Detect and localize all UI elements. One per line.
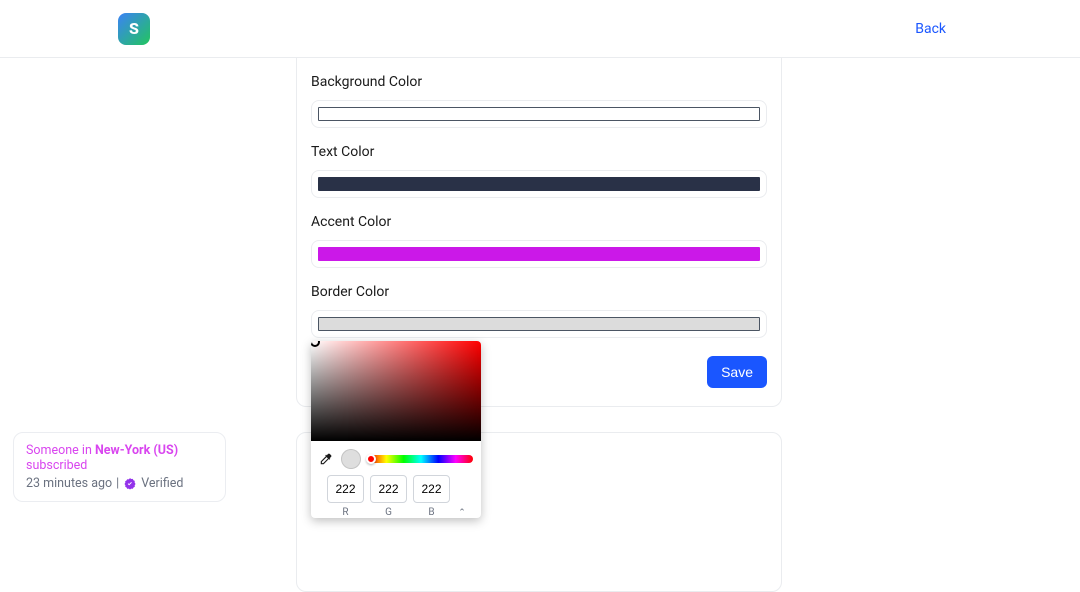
b-label: B	[413, 507, 450, 518]
toast-suffix: subscribed	[26, 458, 87, 473]
b-input[interactable]	[413, 475, 450, 503]
hue-handle[interactable]	[366, 454, 376, 464]
save-button[interactable]: Save	[707, 356, 767, 388]
text-color-field: Text Color	[311, 128, 767, 198]
text-color-swatch[interactable]	[311, 170, 767, 198]
background-color-label: Background Color	[311, 74, 767, 90]
r-input[interactable]	[327, 475, 364, 503]
toast-verified-label: Verified	[141, 476, 183, 491]
background-color-field: Background Color	[311, 58, 767, 128]
toast-meta: 23 minutes ago | Verified	[26, 476, 213, 491]
logo-letter: S	[129, 19, 139, 38]
current-color-swatch	[341, 449, 361, 469]
app-logo: S	[118, 13, 150, 45]
color-bar	[318, 107, 760, 121]
r-label: R	[327, 507, 364, 518]
g-label: G	[370, 507, 407, 518]
mode-toggle-icon[interactable]: ⌃	[456, 508, 468, 518]
toast-prefix: Someone in	[26, 443, 95, 458]
border-color-label: Border Color	[311, 284, 767, 300]
saturation-area[interactable]	[311, 341, 481, 441]
accent-color-label: Accent Color	[311, 214, 767, 230]
border-color-field: Border Color	[311, 268, 767, 338]
picker-controls-row	[311, 441, 481, 475]
accent-color-field: Accent Color	[311, 198, 767, 268]
border-color-swatch[interactable]	[311, 310, 767, 338]
back-link[interactable]: Back	[915, 21, 946, 37]
toast-separator: |	[116, 476, 119, 491]
toast-location: New-York (US)	[95, 443, 178, 458]
notification-toast[interactable]: Someone in New-York (US) subscribed 23 m…	[13, 432, 226, 502]
rgb-labels-row: R G B ⌃	[311, 505, 481, 518]
verified-badge-icon	[123, 477, 137, 491]
accent-color-swatch[interactable]	[311, 240, 767, 268]
hue-slider[interactable]	[369, 455, 473, 463]
color-bar	[318, 177, 760, 191]
rgb-inputs-row	[311, 475, 481, 505]
background-color-swatch[interactable]	[311, 100, 767, 128]
color-bar	[318, 317, 760, 331]
color-picker-popover[interactable]: R G B ⌃	[311, 341, 481, 518]
toast-message: Someone in New-York (US) subscribed	[26, 443, 213, 473]
saturation-marker[interactable]	[311, 341, 320, 347]
content-area: Background Color Text Color Accent Color…	[0, 58, 1080, 511]
toast-time: 23 minutes ago	[26, 476, 112, 491]
top-bar: S Back	[0, 0, 1080, 58]
eyedropper-icon[interactable]	[319, 452, 333, 466]
color-bar	[318, 247, 760, 261]
g-input[interactable]	[370, 475, 407, 503]
text-color-label: Text Color	[311, 144, 767, 160]
